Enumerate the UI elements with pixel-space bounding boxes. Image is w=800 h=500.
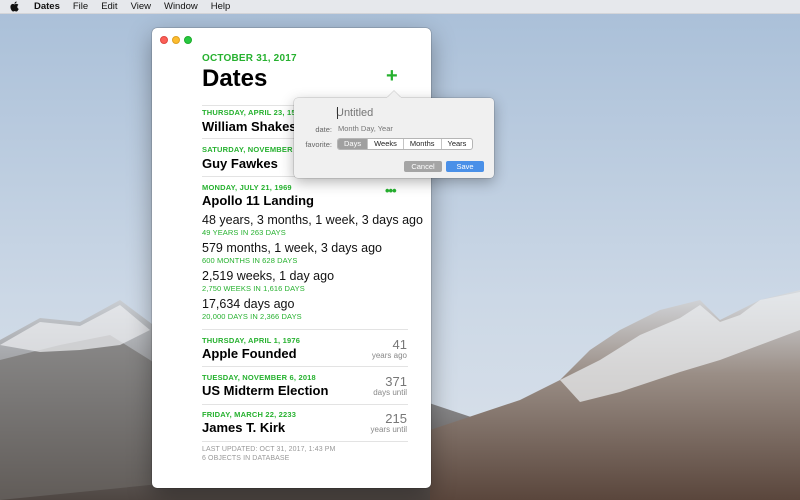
entry-date: THURSDAY, APRIL 1, 1976 (202, 336, 301, 345)
entry-name[interactable]: James T. Kirk (202, 420, 285, 435)
cancel-button[interactable]: Cancel (404, 161, 442, 172)
entry-name[interactable]: US Midterm Election (202, 383, 328, 398)
stat-months-sub: 600 MONTHS IN 628 DAYS (202, 256, 298, 265)
more-options-button[interactable]: ••• (385, 184, 397, 197)
add-date-button[interactable]: + (386, 66, 398, 86)
entry-count: 41 (392, 337, 407, 352)
stat-years-sub: 49 YEARS IN 263 DAYS (202, 228, 286, 237)
menu-window[interactable]: Window (164, 1, 198, 12)
divider (202, 366, 408, 367)
segment-weeks[interactable]: Weeks (367, 139, 403, 149)
favorite-segmented-control: Days Weeks Months Years (337, 138, 474, 150)
object-count-text: 6 OBJECTS IN DATABASE (202, 455, 290, 462)
menu-file[interactable]: File (73, 1, 88, 12)
entry-count: 215 (385, 411, 407, 426)
divider (202, 404, 408, 405)
stat-months: 579 months, 1 week, 3 days ago (202, 241, 382, 255)
menu-bar: Dates File Edit View Window Help (0, 0, 800, 14)
entry-date: THURSDAY, APRIL 23, 1564 (202, 108, 305, 117)
menu-help[interactable]: Help (211, 1, 231, 12)
menu-app-name[interactable]: Dates (34, 1, 60, 12)
segment-months[interactable]: Months (402, 139, 441, 149)
entry-name[interactable]: Apollo 11 Landing (202, 193, 314, 208)
zoom-button[interactable] (184, 36, 192, 44)
segment-years[interactable]: Years (440, 139, 473, 149)
title-field[interactable] (336, 106, 476, 120)
minimize-button[interactable] (172, 36, 180, 44)
entry-count-label: years until (370, 425, 407, 434)
menu-edit[interactable]: Edit (101, 1, 117, 12)
current-date: OCTOBER 31, 2017 (202, 53, 297, 64)
stat-weeks-sub: 2,750 WEEKS IN 1,616 DAYS (202, 284, 305, 293)
entry-name[interactable]: Guy Fawkes (202, 156, 278, 171)
entry-count-label: days until (373, 388, 407, 397)
text-caret (337, 107, 338, 119)
save-button[interactable]: Save (446, 161, 484, 172)
entry-name[interactable]: Apple Founded (202, 346, 297, 361)
last-updated-text: LAST UPDATED: OCT 31, 2017, 1:43 PM (202, 446, 336, 453)
entry-count-label: years ago (371, 351, 407, 360)
new-date-popover: date: favorite: Days Weeks Months Years … (294, 91, 494, 178)
stat-years: 48 years, 3 months, 1 week, 3 days ago (202, 213, 423, 227)
divider (202, 441, 408, 442)
entry-count: 371 (385, 374, 407, 389)
entry-date: FRIDAY, MARCH 22, 2233 (202, 410, 297, 419)
divider (202, 329, 408, 330)
menu-view[interactable]: View (131, 1, 151, 12)
entry-date: TUESDAY, NOVEMBER 6, 2018 (202, 373, 316, 382)
stat-weeks: 2,519 weeks, 1 day ago (202, 269, 335, 283)
stat-days-sub: 20,000 DAYS IN 2,366 DAYS (202, 312, 302, 321)
date-field[interactable] (338, 123, 478, 134)
favorite-label: favorite: (305, 140, 332, 149)
window-controls (160, 36, 196, 44)
entry-date: MONDAY, JULY 21, 1969 (202, 183, 292, 192)
apple-menu-icon[interactable] (10, 1, 24, 12)
close-button[interactable] (160, 36, 168, 44)
page-title: Dates (202, 65, 268, 92)
popover-arrow (387, 91, 401, 98)
date-label: date: (315, 125, 332, 134)
stat-days: 17,634 days ago (202, 297, 295, 311)
segment-days[interactable]: Days (338, 139, 368, 149)
